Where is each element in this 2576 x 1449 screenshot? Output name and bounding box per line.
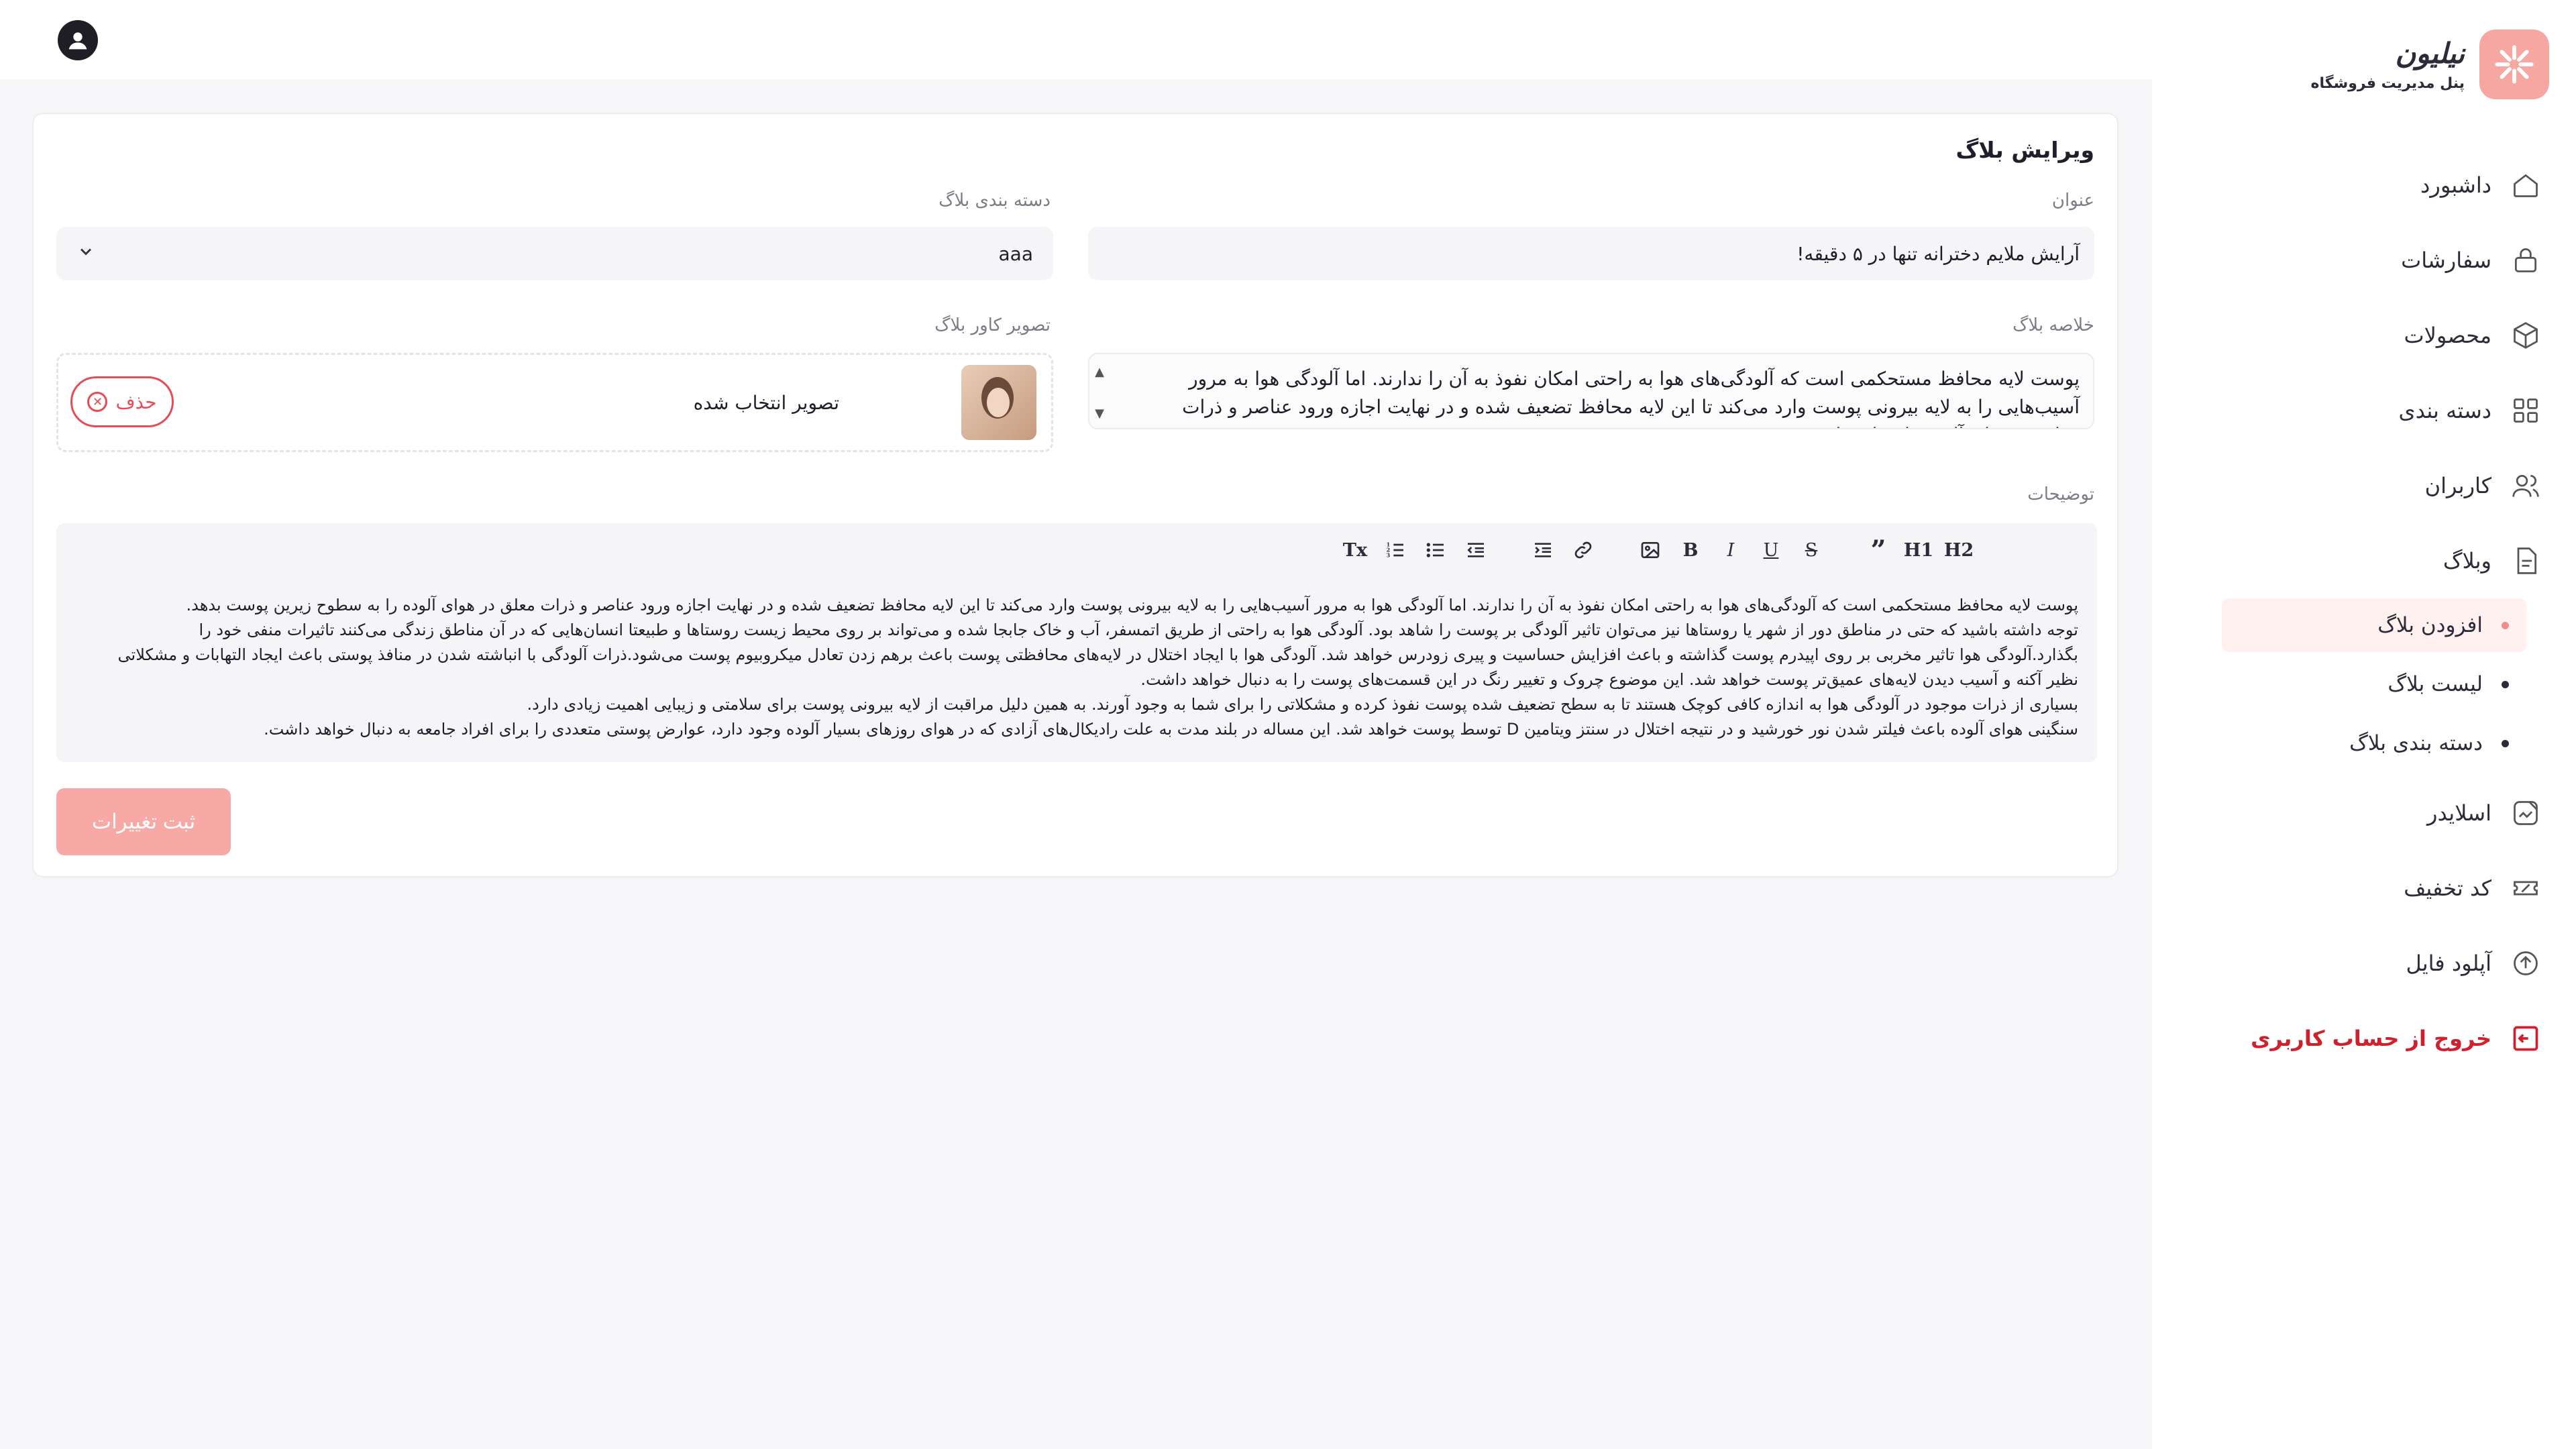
- sidebar-item-orders[interactable]: سفارشات: [2163, 223, 2559, 298]
- h2-button[interactable]: H2: [1940, 531, 1978, 569]
- scroll-up-icon: ▲: [1095, 365, 1104, 379]
- sidebar-item-label: سفارشات: [2401, 248, 2491, 273]
- cover-label: تصویر کاور بلاگ: [934, 315, 1051, 335]
- user-icon[interactable]: [58, 20, 98, 60]
- sidebar-item-label: آپلود فایل: [2406, 951, 2491, 976]
- blog-submenu: افزودن بلاگ لیست بلاگ دسته بندی بلاگ: [2163, 598, 2559, 770]
- h1-button[interactable]: H1: [1900, 531, 1937, 569]
- save-button[interactable]: ثبت تغییرات: [56, 788, 231, 855]
- strike-button[interactable]: S: [1792, 531, 1830, 569]
- bold-button[interactable]: B: [1672, 531, 1709, 569]
- paragraph: بسیاری از ذرات موجود در آلودگی هوا به ان…: [527, 695, 2078, 714]
- description-editor[interactable]: Tx 123 B I U S ” H1 H2 پوست لایه محافظ م…: [56, 523, 2097, 762]
- sidebar-subitem-blog-categories[interactable]: دسته بندی بلاگ: [2163, 716, 2526, 770]
- editor-toolbar: Tx 123 B I U S ” H1 H2: [1309, 531, 1978, 569]
- upload-icon: [2509, 947, 2542, 980]
- title-value: آرایش ملایم دخترانه تنها در ۵ دقیقه!: [1796, 242, 2080, 265]
- description-label: توضیحات: [2027, 484, 2094, 504]
- sidebar-item-dashboard[interactable]: داشبورد: [2163, 148, 2559, 223]
- sidebar-item-categories[interactable]: دسته بندی: [2163, 373, 2559, 448]
- image-icon[interactable]: [1631, 531, 1669, 569]
- sidebar-item-slider[interactable]: اسلایدر: [2163, 775, 2559, 851]
- paragraph: پوست لایه محافظ مستحکمی است که آلودگی‌ها…: [186, 596, 2078, 614]
- title-input[interactable]: آرایش ملایم دخترانه تنها در ۵ دقیقه!: [1088, 227, 2094, 280]
- sidebar-item-label: کاربران: [2424, 473, 2491, 498]
- ticket-icon: [2509, 871, 2542, 905]
- sidebar-subitem-label: افزودن بلاگ: [2377, 613, 2483, 637]
- image-edit-icon: [2509, 796, 2542, 830]
- grid-icon: [2509, 394, 2542, 427]
- paragraph: توجه داشته باشید که حتی در مناطق دور از …: [117, 621, 2078, 689]
- ordered-list-icon[interactable]: 123: [1377, 531, 1414, 569]
- bullet-icon: [2502, 739, 2509, 747]
- quote-button[interactable]: ”: [1860, 531, 1897, 569]
- users-icon: [2509, 469, 2542, 502]
- sidebar-subitem-label: لیست بلاگ: [2387, 672, 2483, 696]
- delete-label: حذف: [115, 391, 157, 413]
- bullet-icon: [2502, 680, 2509, 688]
- editor-content[interactable]: پوست لایه محافظ مستحکمی است که آلودگی‌ها…: [107, 593, 2078, 742]
- sidebar: نیلیون پنل مدیریت فروشگاه داشبورد سفارشا…: [2152, 0, 2576, 1449]
- paragraph: سنگینی هوای آلوده باعث فیلتر شدن نور خور…: [264, 720, 2078, 739]
- category-value: aaa: [998, 242, 1033, 265]
- page-title: ویرایش بلاگ: [1955, 137, 2094, 163]
- brand-logo-icon: [2479, 30, 2549, 99]
- summary-label: خلاصه بلاگ: [2012, 315, 2094, 335]
- svg-text:3: 3: [1387, 552, 1391, 559]
- italic-button[interactable]: I: [1712, 531, 1750, 569]
- lock-bag-icon: [2509, 244, 2542, 277]
- box-icon: [2509, 319, 2542, 352]
- sidebar-item-label: خروج از حساب کاربری: [2251, 1026, 2491, 1051]
- underline-button[interactable]: U: [1752, 531, 1790, 569]
- sidebar-item-label: کد تخفیف: [2404, 875, 2491, 901]
- category-label: دسته بندی بلاگ: [938, 191, 1051, 211]
- top-bar: [0, 0, 2152, 79]
- document-icon: [2509, 544, 2542, 578]
- link-icon[interactable]: [1564, 531, 1602, 569]
- close-circle-icon: ✕: [87, 392, 108, 412]
- outdent-icon[interactable]: [1457, 531, 1495, 569]
- brand[interactable]: نیلیون پنل مدیریت فروشگاه: [2311, 30, 2549, 99]
- logout-icon: [2509, 1022, 2542, 1055]
- sidebar-subitem-label: دسته بندی بلاگ: [2349, 731, 2483, 755]
- sidebar-nav: داشبورد سفارشات محصولات دسته بندی کاربرا…: [2163, 148, 2559, 1076]
- sidebar-item-blog[interactable]: وبلاگ: [2163, 523, 2559, 598]
- bullet-list-icon[interactable]: [1417, 531, 1454, 569]
- sidebar-item-label: اسلایدر: [2427, 800, 2491, 826]
- cover-status: تصویر انتخاب شده: [693, 391, 839, 414]
- sidebar-item-label: وبلاگ: [2443, 548, 2491, 574]
- sidebar-item-logout[interactable]: خروج از حساب کاربری: [2163, 1001, 2559, 1076]
- sidebar-item-label: دسته بندی: [2398, 398, 2491, 423]
- chevron-down-icon: [76, 242, 95, 266]
- title-label: عنوان: [2051, 191, 2094, 211]
- delete-cover-button[interactable]: حذف ✕: [70, 376, 174, 427]
- summary-text: پوست لایه محافظ مستحکمی است که آلودگی‌ها…: [1182, 368, 2080, 428]
- sidebar-item-label: داشبورد: [2420, 172, 2491, 198]
- sidebar-item-label: محصولات: [2404, 323, 2491, 348]
- home-icon: [2509, 168, 2542, 202]
- cover-thumbnail: [961, 365, 1036, 440]
- cover-dropzone[interactable]: تصویر انتخاب شده حذف ✕: [56, 353, 1053, 452]
- sidebar-item-products[interactable]: محصولات: [2163, 298, 2559, 373]
- clear-format-button[interactable]: Tx: [1336, 531, 1374, 569]
- category-select[interactable]: aaa: [56, 227, 1053, 280]
- scroll-down-icon: ▼: [1095, 407, 1104, 421]
- indent-icon[interactable]: [1524, 531, 1562, 569]
- sidebar-item-users[interactable]: کاربران: [2163, 448, 2559, 523]
- sidebar-subitem-add-blog[interactable]: افزودن بلاگ: [2222, 598, 2526, 652]
- summary-textarea[interactable]: پوست لایه محافظ مستحکمی است که آلودگی‌ها…: [1088, 353, 2094, 429]
- sidebar-item-discount[interactable]: کد تخفیف: [2163, 851, 2559, 926]
- brand-subtitle: پنل مدیریت فروشگاه: [2310, 75, 2465, 92]
- sidebar-item-upload[interactable]: آپلود فایل: [2163, 926, 2559, 1001]
- sidebar-subitem-blog-list[interactable]: لیست بلاگ: [2163, 657, 2526, 711]
- bullet-icon: [2502, 621, 2509, 629]
- scrollbar[interactable]: ▲ ▼: [1092, 358, 1107, 428]
- edit-blog-card: ویرایش بلاگ عنوان آرایش ملایم دخترانه تن…: [32, 113, 2118, 877]
- brand-name: نیلیون: [2395, 37, 2465, 70]
